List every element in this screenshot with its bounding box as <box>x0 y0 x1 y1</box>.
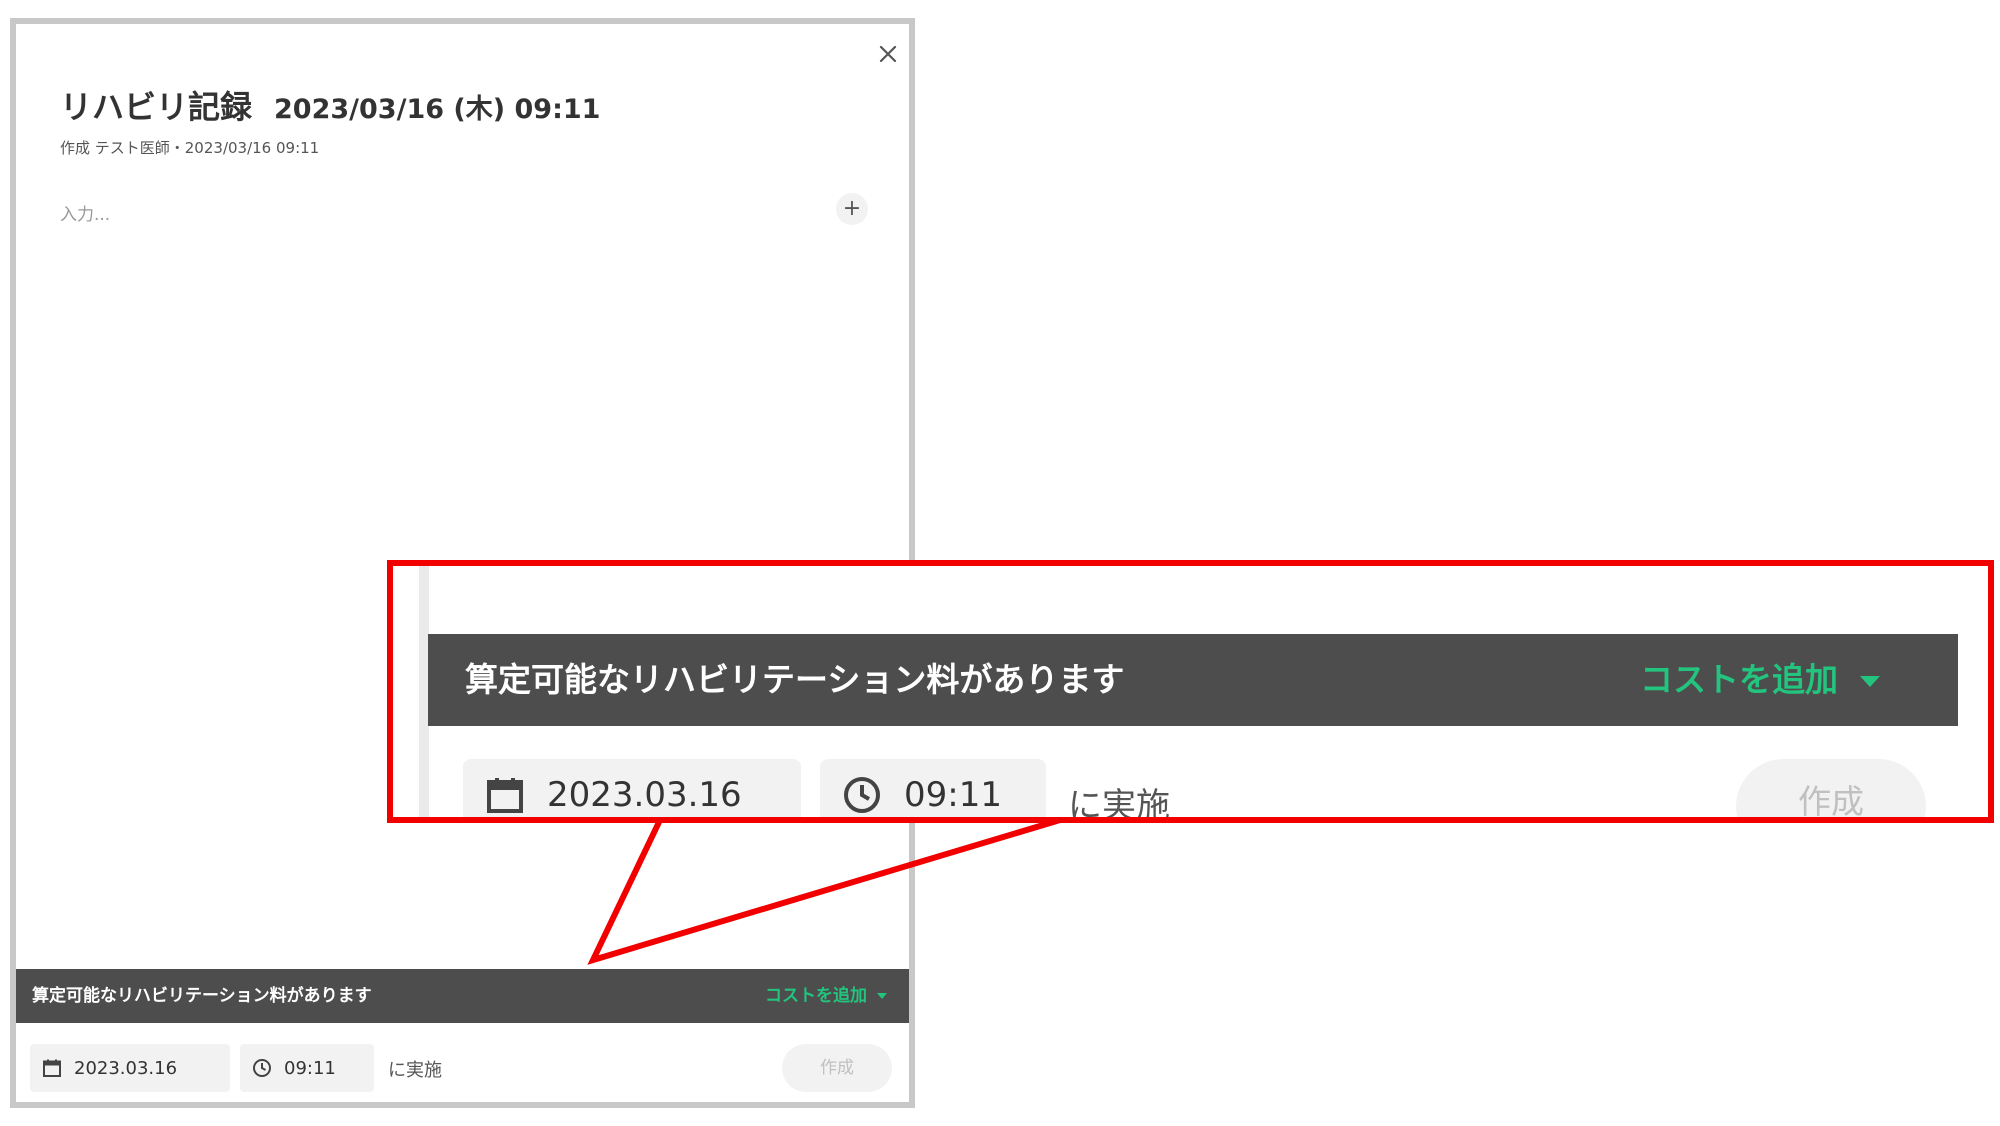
zoom-performed-label: に実施 <box>1068 786 1170 823</box>
zoom-banner: 算定可能なリハビリテーション料があります コストを追加 <box>428 634 1958 726</box>
zoom-callout: 算定可能なリハビリテーション料があります コストを追加 2023.03.16 0… <box>387 560 1994 823</box>
zoom-date-picker[interactable]: 2023.03.16 <box>463 759 801 817</box>
zoom-time-picker[interactable]: 09:11 <box>820 759 1046 817</box>
zoom-create-button[interactable]: 作成 <box>1736 759 1926 817</box>
zoom-banner-message: 算定可能なリハビリテーション料があります <box>465 660 1125 699</box>
calendar-icon <box>487 778 523 813</box>
clock-icon <box>844 777 880 813</box>
caret-down-icon[interactable] <box>1860 676 1880 687</box>
zoom-time-value: 09:11 <box>904 775 1002 815</box>
zoom-add-cost-button[interactable]: コストを追加 <box>1640 634 1838 726</box>
zoom-date-value: 2023.03.16 <box>547 775 742 815</box>
